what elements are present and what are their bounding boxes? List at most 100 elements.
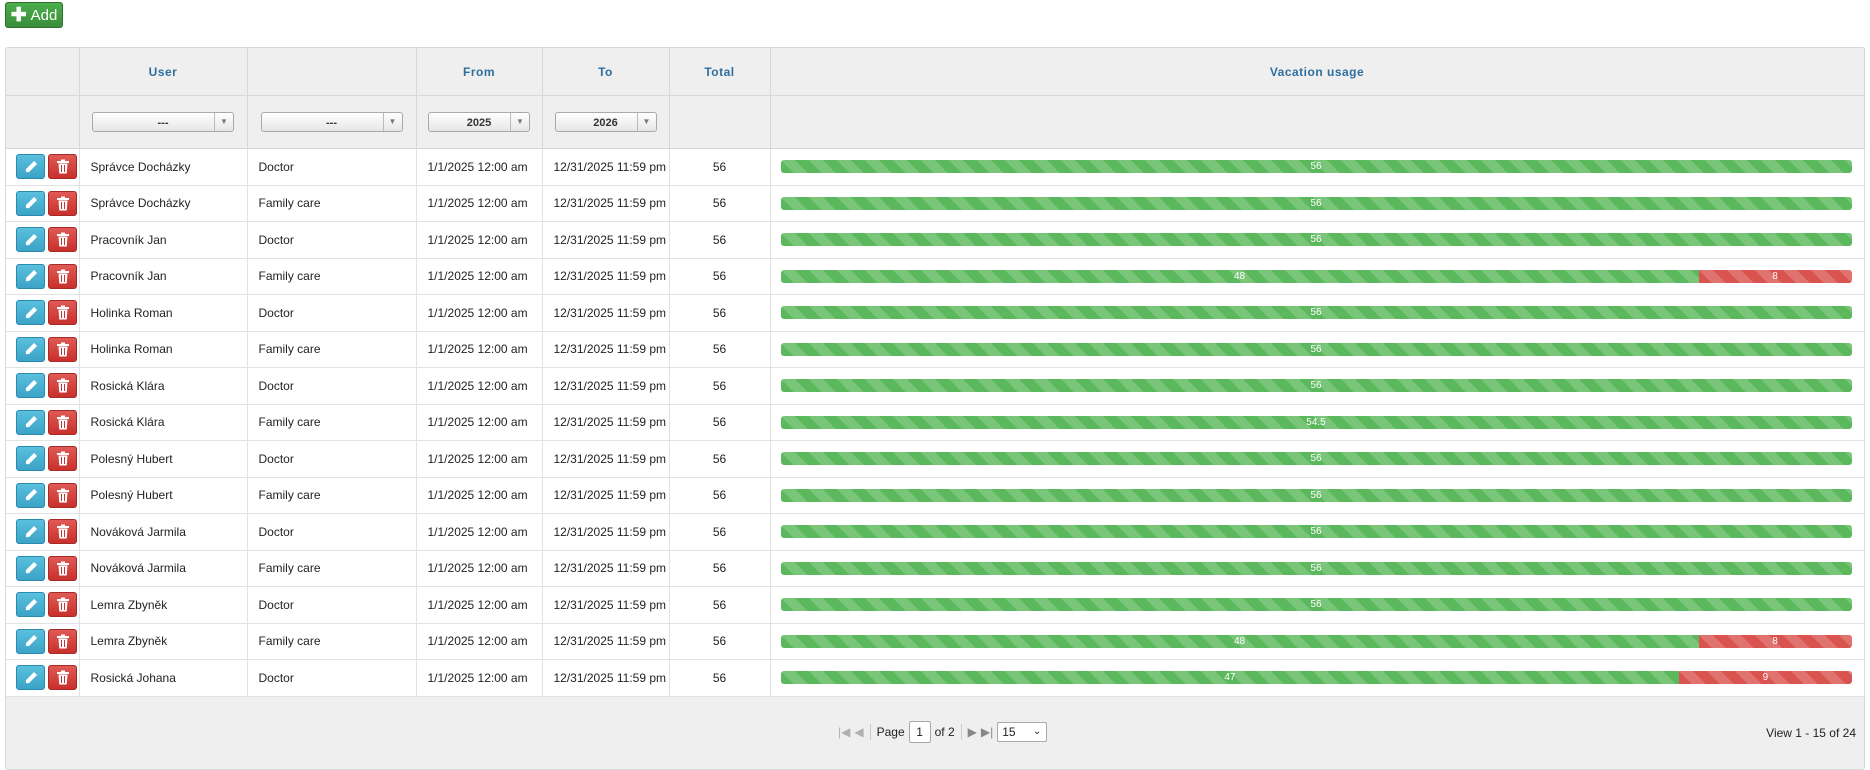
type-cell: Doctor (247, 659, 417, 697)
actions-cell (6, 331, 80, 368)
plus-icon: ✚ (10, 4, 27, 26)
edit-button[interactable] (16, 336, 45, 362)
last-page-icon[interactable]: ▶| (981, 725, 993, 739)
vacation-usage-bar: 48 8 (780, 634, 1852, 648)
pencil-icon (24, 671, 38, 685)
pencil-icon (24, 196, 38, 210)
column-header-type[interactable] (247, 48, 417, 96)
total-cell: 56 (669, 331, 771, 368)
add-button[interactable]: ✚ Add (5, 2, 63, 28)
edit-button[interactable] (16, 190, 45, 216)
pager-controls: |◀ ◀ Page 1 of 2 ▶ ▶| 15 ⌄ (838, 721, 1048, 743)
next-page-icon[interactable]: ▶ (968, 725, 977, 739)
from-cell: 1/1/2025 12:00 am (416, 623, 543, 660)
from-cell: 1/1/2025 12:00 am (416, 258, 543, 295)
table-row[interactable]: Pracovník Jan Doctor 1/1/2025 12:00 am 12/3… (6, 221, 1865, 259)
delete-button[interactable] (48, 154, 77, 180)
table-row[interactable]: Pracovník Jan Family care 1/1/2025 12:00 a… (6, 258, 1865, 295)
type-cell: Doctor (247, 221, 417, 259)
rows-per-page-select[interactable]: 15 ⌄ (997, 722, 1048, 742)
edit-button[interactable] (16, 227, 45, 253)
edit-button[interactable] (16, 409, 45, 435)
type-cell: Family care (247, 331, 417, 368)
table-row[interactable]: Lemra Zbyněk Family care 1/1/2025 12:00 am… (6, 623, 1865, 660)
usage-cell: 47 9 (770, 659, 1865, 697)
table-row[interactable]: Nováková Jarmila Doctor 1/1/2025 12:00 am 1… (6, 513, 1865, 551)
table-row[interactable]: Nováková Jarmila Family care 1/1/2025 12:0… (6, 550, 1865, 587)
table-row[interactable]: Rosická Klára Doctor 1/1/2025 12:00 am 12/3… (6, 367, 1865, 405)
delete-button[interactable] (48, 190, 77, 216)
column-header-total[interactable]: Total (669, 48, 771, 96)
prev-page-icon[interactable]: ◀ (854, 725, 863, 739)
bar-remaining-segment: 47 (780, 671, 1680, 685)
total-cell: 56 (669, 586, 771, 624)
delete-button[interactable] (48, 519, 77, 545)
type-cell: Family care (247, 477, 417, 514)
edit-button[interactable] (16, 300, 45, 326)
user-filter-select[interactable]: --- ▼ (92, 112, 234, 132)
from-filter-select[interactable]: 2025 ▼ (428, 112, 530, 132)
type-cell: Family care (247, 550, 417, 587)
type-cell: Family care (247, 404, 417, 441)
type-cell: Doctor (247, 294, 417, 332)
table-row[interactable]: Správce Docházky Family care 1/1/2025 12:0… (6, 185, 1865, 222)
table-row[interactable]: Holinka Roman Family care 1/1/2025 12:00 a… (6, 331, 1865, 368)
table-row[interactable]: Rosická Johana Doctor 1/1/2025 12:00 am 12/… (6, 659, 1865, 697)
dropdown-arrow-icon: ▼ (214, 113, 233, 131)
column-header-to[interactable]: To (542, 48, 670, 96)
pencil-icon (24, 561, 38, 575)
edit-button[interactable] (16, 665, 45, 691)
total-cell: 56 (669, 513, 771, 551)
edit-button[interactable] (16, 519, 45, 545)
type-filter-select[interactable]: --- ▼ (260, 112, 403, 132)
delete-button[interactable] (48, 300, 77, 326)
delete-button[interactable] (48, 555, 77, 581)
edit-button[interactable] (16, 555, 45, 581)
vacation-usage-bar: 56 (780, 379, 1852, 393)
total-cell: 56 (669, 623, 771, 660)
table-row[interactable]: Rosická Klára Family care 1/1/2025 12:00 a… (6, 404, 1865, 441)
table-row[interactable]: Správce Docházky Doctor 1/1/2025 12:00 am 1… (6, 148, 1865, 186)
delete-button[interactable] (48, 373, 77, 399)
total-cell: 56 (669, 221, 771, 259)
table-row[interactable]: Holinka Roman Doctor 1/1/2025 12:00 am 12/3… (6, 294, 1865, 332)
edit-button[interactable] (16, 628, 45, 654)
pager: |◀ ◀ Page 1 of 2 ▶ ▶| 15 ⌄ View 1 - 15 of… (6, 708, 1864, 758)
delete-button[interactable] (48, 336, 77, 362)
page-number-input[interactable]: 1 (908, 721, 931, 743)
pager-separator (869, 724, 871, 740)
vacation-usage-bar: 56 (780, 452, 1852, 466)
edit-button[interactable] (16, 592, 45, 618)
edit-button[interactable] (16, 482, 45, 508)
to-filter-select[interactable]: 2026 ▼ (554, 112, 657, 132)
delete-button[interactable] (48, 227, 77, 253)
first-page-icon[interactable]: |◀ (838, 725, 850, 739)
from-cell: 1/1/2025 12:00 am (416, 586, 543, 624)
edit-button[interactable] (16, 373, 45, 399)
delete-button[interactable] (48, 665, 77, 691)
delete-button[interactable] (48, 263, 77, 289)
delete-button[interactable] (48, 446, 77, 472)
edit-button[interactable] (16, 154, 45, 180)
rows-per-page-value: 15 (1002, 725, 1016, 739)
table-row[interactable]: Polesný Hubert Doctor 1/1/2025 12:00 am 12/… (6, 440, 1865, 478)
delete-button[interactable] (48, 628, 77, 654)
delete-button[interactable] (48, 592, 77, 618)
column-header-user[interactable]: User (79, 48, 248, 96)
bar-remaining-segment: 56 (780, 196, 1852, 210)
delete-button[interactable] (48, 409, 77, 435)
column-header-from[interactable]: From (416, 48, 543, 96)
to-cell: 12/31/2025 11:59 pm (542, 586, 670, 624)
bar-remaining-segment: 56 (780, 488, 1852, 502)
from-cell: 1/1/2025 12:00 am (416, 513, 543, 551)
delete-button[interactable] (48, 482, 77, 508)
edit-button[interactable] (16, 446, 45, 472)
user-cell: Rosická Klára (79, 404, 248, 441)
edit-button[interactable] (16, 263, 45, 289)
to-cell: 12/31/2025 11:59 pm (542, 550, 670, 587)
actions-cell (6, 623, 80, 660)
column-header-usage[interactable]: Vacation usage (770, 48, 1865, 96)
table-row[interactable]: Polesný Hubert Family care 1/1/2025 12:00 … (6, 477, 1865, 514)
table-row[interactable]: Lemra Zbyněk Doctor 1/1/2025 12:00 am 12/31… (6, 586, 1865, 624)
vacation-usage-bar: 56 (780, 306, 1852, 320)
